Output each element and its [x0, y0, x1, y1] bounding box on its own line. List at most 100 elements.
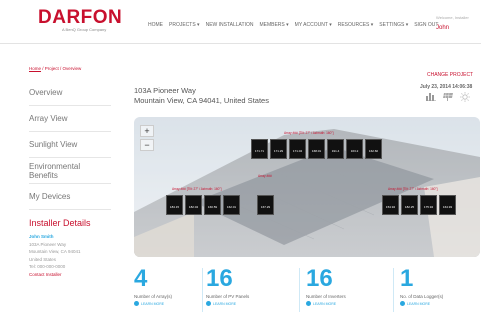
- panel-module[interactable]: 163.2: [346, 139, 363, 159]
- stat-divider: [202, 268, 203, 312]
- welcome-text: Welcome, Installer: [436, 15, 469, 20]
- logo-text: DARFON: [38, 7, 123, 28]
- panel-module[interactable]: 171.29: [270, 139, 287, 159]
- breadcrumb-home[interactable]: Home: [29, 66, 41, 71]
- panel-value: 160.59: [207, 205, 218, 209]
- nav-projects[interactable]: PROJECTS ▾: [169, 22, 200, 28]
- panel-value: 171.04: [292, 149, 303, 153]
- solar-panel-icon[interactable]: [442, 92, 454, 101]
- stat-value: 16: [206, 265, 233, 292]
- username-link[interactable]: John: [436, 25, 449, 31]
- info-icon: [400, 301, 405, 306]
- sidebar-item-array-view[interactable]: Array View: [29, 106, 111, 132]
- learn-more-link[interactable]: LEARN MORE: [400, 301, 443, 306]
- panel-module[interactable]: 182.04: [185, 195, 202, 215]
- info-icon: [306, 301, 311, 306]
- installer-tel: Tel: 000-000-0000: [29, 264, 66, 269]
- header: DARFON A BenQ Group Company HOME PROJECT…: [0, 0, 481, 44]
- nav-my-account[interactable]: MY ACCOUNT ▾: [295, 22, 332, 28]
- installer-details-title: Installer Details: [29, 218, 91, 228]
- panel-module[interactable]: 160.59: [204, 195, 221, 215]
- address-line2: Mountain View, CA 94041, United States: [134, 96, 269, 105]
- stat-arrays: 4 Number of Array(s) LEARN MORE: [134, 265, 173, 306]
- array-3-panels: 167.29: [257, 195, 274, 215]
- sidebar-item-sunlight-view[interactable]: Sunlight View: [29, 132, 111, 158]
- nav-new-installation[interactable]: NEW INSTALLATION: [206, 22, 254, 28]
- info-icon: [206, 301, 211, 306]
- nav-resources[interactable]: RESOURCES ▾: [338, 22, 374, 28]
- stat-value: 16: [306, 265, 333, 292]
- address-line1: 103A Pioneer Way: [134, 86, 196, 95]
- zoom-in-button[interactable]: +: [140, 125, 154, 137]
- panel-module[interactable]: 171.71: [251, 139, 268, 159]
- stat-data-loggers: 1 No. of Data Logger(s) LEARN MORE: [400, 265, 444, 306]
- change-project-link[interactable]: CHANGE PROJECT: [427, 72, 473, 78]
- stat-label: Number of Array(s): [134, 294, 173, 299]
- logo[interactable]: DARFON A BenQ Group Company: [38, 7, 123, 32]
- array-2-panels: 184.15 182.04 160.59 162.01: [166, 195, 240, 215]
- panel-module[interactable]: 168.01: [308, 139, 325, 159]
- info-icon: [134, 301, 139, 306]
- nav-settings[interactable]: SETTINGS ▾: [379, 22, 408, 28]
- panel-module[interactable]: 162.60: [365, 139, 382, 159]
- stat-inverters: 16 Number of Inverters LEARN MORE: [306, 265, 346, 306]
- array-2-label[interactable]: Array ### [Tilt: 27° / Azimuth: 160°]: [172, 187, 222, 191]
- project-address: 103A Pioneer Way Mountain View, CA 94041…: [134, 86, 269, 106]
- panel-value: 175.94: [423, 205, 434, 209]
- panel-value: 182.04: [188, 205, 199, 209]
- panel-value: 184.15: [169, 205, 180, 209]
- stat-value: 4: [134, 265, 148, 292]
- learn-more-label: LEARN MORE: [407, 301, 431, 306]
- breadcrumb: Home / Project / Overview: [29, 66, 81, 71]
- array-1-label[interactable]: Array ### [Tilt: 27° / Azimuth: 160°]: [284, 131, 334, 135]
- sidebar-item-environmental-benefits[interactable]: Environmental Benefits: [29, 158, 111, 184]
- stat-divider: [393, 268, 394, 312]
- array-3-label[interactable]: Array ###: [258, 174, 272, 178]
- weather-icons: [426, 92, 470, 102]
- main-nav: HOME PROJECTS ▾ NEW INSTALLATION MEMBERS…: [148, 22, 438, 28]
- contact-installer-link[interactable]: Contact Installer: [29, 271, 80, 279]
- panel-value: 182.25: [404, 205, 415, 209]
- installer-info: John Smith 103A Pioneer Way Mountain Vie…: [29, 233, 80, 278]
- zoom-out-button[interactable]: −: [140, 139, 154, 151]
- installer-street: 103A Pioneer Way: [29, 241, 67, 247]
- learn-more-link[interactable]: LEARN MORE: [306, 301, 346, 306]
- stat-pv-panels: 16 Number of PV Panels LEARN MORE: [206, 265, 249, 306]
- learn-more-label: LEARN MORE: [213, 301, 237, 306]
- array-4-label[interactable]: Array ### [Tilt: 27° / Azimuth: 160°]: [388, 187, 438, 191]
- learn-more-label: LEARN MORE: [141, 301, 165, 306]
- panel-value: 171.71: [254, 149, 265, 153]
- panel-value: 163.2: [350, 149, 359, 153]
- sun-icon[interactable]: [460, 92, 470, 102]
- panel-module[interactable]: 191.4: [327, 139, 344, 159]
- array-1-panels: 171.71 171.29 171.04 168.01 191.4 163.2 …: [251, 139, 382, 159]
- nav-home[interactable]: HOME: [148, 22, 163, 28]
- stat-divider: [299, 268, 300, 312]
- array-4-panels: 154.94 182.25 175.94 164.93: [382, 195, 456, 215]
- learn-more-link[interactable]: LEARN MORE: [206, 301, 249, 306]
- project-date: July 23, 2014 14:06:38: [420, 84, 473, 90]
- nav-members[interactable]: MEMBERS ▾: [259, 22, 288, 28]
- nav-sign-out[interactable]: SIGN OUT: [414, 22, 438, 28]
- panel-value: 162.01: [226, 205, 237, 209]
- sidebar-item-my-devices[interactable]: My Devices: [29, 184, 111, 210]
- roof-photo: + − Array ### [Tilt: 27° / Azimuth: 160°…: [134, 117, 480, 257]
- stats-bar: 4 Number of Array(s) LEARN MORE 16 Numbe…: [134, 265, 480, 314]
- panel-value: 191.4: [331, 149, 340, 153]
- panel-module[interactable]: 175.94: [420, 195, 437, 215]
- panel-module[interactable]: 167.29: [257, 195, 274, 215]
- panel-module[interactable]: 182.25: [401, 195, 418, 215]
- panel-module[interactable]: 171.04: [289, 139, 306, 159]
- panel-value: 154.94: [385, 205, 396, 209]
- stat-label: No. of Data Logger(s): [400, 294, 444, 299]
- panel-module[interactable]: 164.93: [439, 195, 456, 215]
- bar-chart-icon[interactable]: [426, 92, 436, 101]
- panel-value: 168.01: [311, 149, 322, 153]
- panel-value: 171.29: [273, 149, 284, 153]
- panel-module[interactable]: 184.15: [166, 195, 183, 215]
- panel-module[interactable]: 162.01: [223, 195, 240, 215]
- panel-module[interactable]: 154.94: [382, 195, 399, 215]
- stat-value: 1: [400, 265, 414, 292]
- sidebar-item-overview[interactable]: Overview: [29, 80, 111, 106]
- learn-more-link[interactable]: LEARN MORE: [134, 301, 172, 306]
